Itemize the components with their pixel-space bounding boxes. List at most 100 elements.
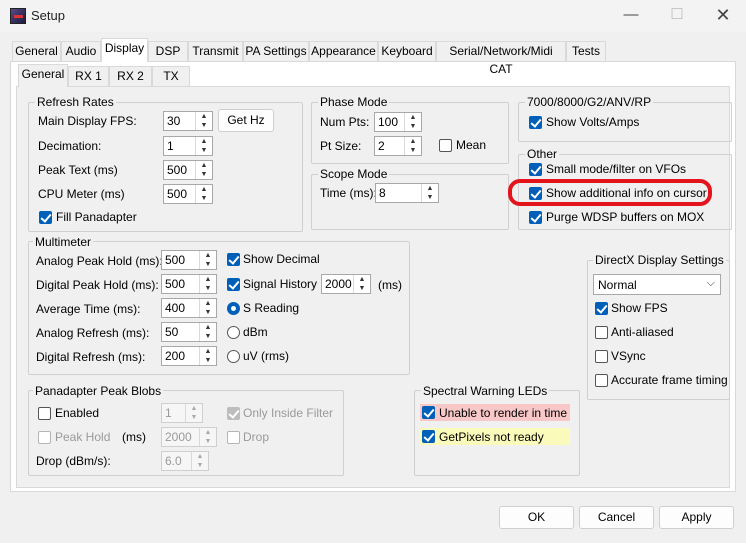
get-hz-button[interactable]: Get Hz bbox=[218, 109, 274, 132]
pt-size-value: 2 bbox=[378, 139, 385, 153]
tab-dsp[interactable]: DSP bbox=[148, 41, 188, 61]
spin-arrows-icon[interactable]: ▲ ▼ bbox=[421, 184, 438, 202]
s-reading-radio[interactable] bbox=[227, 302, 240, 315]
red-highlight-ring bbox=[508, 179, 712, 206]
cancel-button[interactable]: Cancel bbox=[579, 506, 654, 529]
chevron-down-icon: ⌵ bbox=[706, 277, 715, 289]
purge-wdsp-checkbox[interactable] bbox=[529, 211, 542, 224]
tab-pa-settings[interactable]: PA Settings bbox=[243, 41, 309, 61]
apply-button[interactable]: Apply bbox=[659, 506, 734, 529]
tab-transmit[interactable]: Transmit bbox=[188, 41, 243, 61]
scope-time-stepper[interactable]: 8 ▲ ▼ bbox=[375, 183, 439, 203]
mean-checkbox[interactable] bbox=[439, 139, 452, 152]
uv-rms-radio[interactable] bbox=[227, 350, 240, 363]
spin-arrows-icon[interactable]: ▲ ▼ bbox=[404, 137, 421, 155]
spin-arrows-icon[interactable]: ▲ ▼ bbox=[404, 113, 421, 131]
spin-arrows-icon[interactable]: ▲ ▼ bbox=[195, 161, 212, 179]
display-mode-dropdown[interactable]: Normal ⌵ bbox=[593, 274, 721, 295]
minimize-icon[interactable]: — bbox=[608, 0, 654, 32]
accurate-frame-timing-checkbox[interactable] bbox=[595, 374, 608, 387]
average-time-stepper[interactable]: 400 ▲ ▼ bbox=[161, 298, 217, 318]
dbm-radio[interactable] bbox=[227, 326, 240, 339]
peak-hold-label: Peak Hold bbox=[55, 430, 111, 444]
show-decimal-checkbox[interactable] bbox=[227, 253, 240, 266]
spin-arrows-icon[interactable]: ▲ ▼ bbox=[191, 452, 208, 470]
vsync-checkbox[interactable] bbox=[595, 350, 608, 363]
show-volts-amps-label: Show Volts/Amps bbox=[546, 115, 640, 129]
decimation-label: Decimation: bbox=[38, 139, 102, 153]
fill-panadapter-checkbox[interactable] bbox=[39, 211, 52, 224]
subtab-tx[interactable]: TX bbox=[152, 66, 190, 86]
spin-arrows-icon[interactable]: ▲ ▼ bbox=[195, 112, 212, 130]
dbm-label: dBm bbox=[243, 325, 268, 339]
subtab-rx1[interactable]: RX 1 bbox=[68, 66, 109, 86]
digital-refresh-stepper[interactable]: 200 ▲ ▼ bbox=[161, 346, 217, 366]
pixels-warning-checkbox[interactable] bbox=[422, 430, 435, 443]
show-fps-checkbox[interactable] bbox=[595, 302, 608, 315]
analog-refresh-label: Analog Refresh (ms): bbox=[36, 326, 150, 340]
signal-history-stepper[interactable]: 2000 ▲ ▼ bbox=[321, 274, 371, 294]
subtab-rx2[interactable]: RX 2 bbox=[109, 66, 152, 86]
spin-arrows-icon[interactable]: ▲ ▼ bbox=[199, 428, 216, 446]
close-icon[interactable]: ✕ bbox=[700, 0, 746, 32]
analog-refresh-stepper[interactable]: 50 ▲ ▼ bbox=[161, 322, 217, 342]
num-pts-stepper[interactable]: 100 ▲ ▼ bbox=[374, 112, 422, 132]
decimation-value: 1 bbox=[167, 139, 174, 153]
refresh-rates-title: Refresh Rates bbox=[35, 95, 116, 109]
tab-audio[interactable]: Audio bbox=[61, 41, 101, 61]
title-bar: Setup — ☐ ✕ bbox=[0, 0, 746, 32]
analog-peak-hold-value: 500 bbox=[165, 253, 186, 267]
decimation-stepper[interactable]: 1 ▲ ▼ bbox=[163, 136, 213, 156]
show-volts-amps-checkbox[interactable] bbox=[529, 116, 542, 129]
multimeter-title: Multimeter bbox=[33, 235, 94, 249]
maximize-icon[interactable]: ☐ bbox=[654, 0, 700, 32]
average-time-value: 400 bbox=[165, 301, 186, 315]
cpu-meter-stepper[interactable]: 500 ▲ ▼ bbox=[163, 184, 213, 204]
tab-serial-network-midi-cat[interactable]: Serial/Network/Midi CAT bbox=[436, 41, 566, 76]
spin-arrows-icon[interactable]: ▲ ▼ bbox=[185, 404, 202, 422]
vsync-label: VSync bbox=[611, 349, 646, 363]
tab-display[interactable]: Display bbox=[101, 38, 148, 62]
small-mode-checkbox[interactable] bbox=[529, 163, 542, 176]
drop-rate-value: 6.0 bbox=[165, 454, 182, 468]
spin-arrows-icon[interactable]: ▲ ▼ bbox=[199, 275, 216, 293]
spin-arrows-icon[interactable]: ▲ ▼ bbox=[353, 275, 370, 293]
render-warning-checkbox[interactable] bbox=[422, 406, 435, 419]
tab-appearance[interactable]: Appearance bbox=[309, 41, 378, 61]
blobs-count-stepper[interactable]: 1 ▲ ▼ bbox=[161, 403, 203, 423]
drop-label: Drop bbox=[243, 430, 270, 444]
anti-aliased-label: Anti-aliased bbox=[611, 325, 674, 339]
small-mode-label: Small mode/filter on VFOs bbox=[546, 162, 687, 176]
ok-button[interactable]: OK bbox=[499, 506, 574, 529]
spin-arrows-icon[interactable]: ▲ ▼ bbox=[199, 347, 216, 365]
subtab-general[interactable]: General bbox=[18, 64, 68, 87]
spin-arrows-icon[interactable]: ▲ ▼ bbox=[195, 137, 212, 155]
signal-history-checkbox[interactable] bbox=[227, 278, 240, 291]
peak-hold-checkbox[interactable] bbox=[38, 431, 51, 444]
only-inside-filter-checkbox[interactable] bbox=[227, 407, 240, 420]
scope-time-label: Time (ms): bbox=[320, 186, 377, 200]
drop-rate-stepper[interactable]: 6.0 ▲ ▼ bbox=[161, 451, 209, 471]
only-inside-filter-label: Only Inside Filter bbox=[243, 406, 334, 420]
main-fps-stepper[interactable]: 30 ▲ ▼ bbox=[163, 111, 213, 131]
spin-arrows-icon[interactable]: ▲ ▼ bbox=[199, 299, 216, 317]
blobs-enabled-checkbox[interactable] bbox=[38, 407, 51, 420]
spectral-leds-title: Spectral Warning LEDs bbox=[421, 384, 550, 398]
spin-arrows-icon[interactable]: ▲ ▼ bbox=[195, 185, 212, 203]
digital-peak-hold-stepper[interactable]: 500 ▲ ▼ bbox=[161, 274, 217, 294]
tab-general[interactable]: General bbox=[12, 41, 61, 61]
pixels-warning-label: GetPixels not ready bbox=[439, 430, 544, 444]
spin-arrows-icon[interactable]: ▲ ▼ bbox=[199, 251, 216, 269]
spin-arrows-icon[interactable]: ▲ ▼ bbox=[199, 323, 216, 341]
drop-checkbox[interactable] bbox=[227, 431, 240, 444]
tab-keyboard[interactable]: Keyboard bbox=[378, 41, 436, 61]
peak-text-stepper[interactable]: 500 ▲ ▼ bbox=[163, 160, 213, 180]
signal-history-unit: (ms) bbox=[378, 278, 402, 292]
peak-hold-value: 2000 bbox=[165, 430, 192, 444]
anti-aliased-checkbox[interactable] bbox=[595, 326, 608, 339]
pt-size-stepper[interactable]: 2 ▲ ▼ bbox=[374, 136, 422, 156]
analog-peak-hold-stepper[interactable]: 500 ▲ ▼ bbox=[161, 250, 217, 270]
tab-tests[interactable]: Tests bbox=[566, 41, 606, 61]
peak-hold-stepper[interactable]: 2000 ▲ ▼ bbox=[161, 427, 217, 447]
pt-size-label: Pt Size: bbox=[320, 139, 362, 153]
